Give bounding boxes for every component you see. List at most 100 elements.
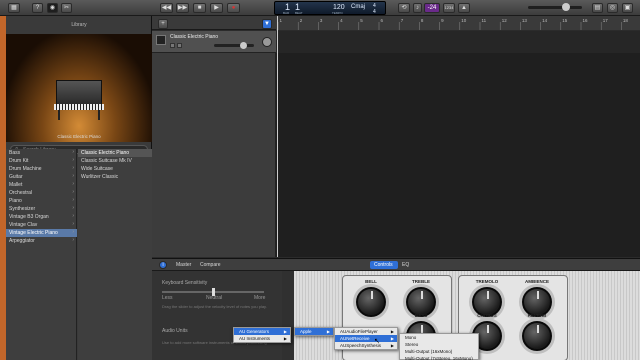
menu-item[interactable]: Mono: [400, 334, 478, 341]
menu-item[interactable]: AUAudioFilePlayer ▶: [335, 328, 397, 335]
track-list-empty: [152, 53, 276, 257]
patch-label: Wurlitzer Classic: [81, 174, 119, 180]
rewind-button[interactable]: ◀◀: [160, 3, 173, 13]
chevron-right-icon: ›: [72, 205, 74, 211]
mouse-cursor: ↖: [374, 338, 380, 345]
filter-icon: ▼: [264, 21, 270, 27]
info-button[interactable]: i: [159, 261, 167, 269]
lcd-bar-label: BAR: [283, 11, 290, 15]
patch-item[interactable]: Classic Electric Piano: [78, 149, 152, 157]
pan-knob[interactable]: [262, 37, 272, 47]
menu-item[interactable]: AU Instruments ▶: [234, 335, 290, 342]
category-item[interactable]: Mallet ›: [6, 181, 77, 189]
play-icon: ▶: [214, 5, 219, 11]
ruler[interactable]: 1 2 3 4 5 6 7 8 9 10 11 12 13 14 15 16 17 18: [276, 16, 640, 30]
pitch-value: -24: [427, 5, 437, 11]
category-item[interactable]: Guitar ›: [6, 173, 77, 181]
tab-controls[interactable]: Controls: [370, 261, 398, 269]
patch-item[interactable]: Wide Suitcase: [78, 165, 152, 173]
metronome-button[interactable]: ▲: [458, 3, 470, 13]
category-item[interactable]: Piano ›: [6, 197, 77, 205]
ruler-label: 6: [381, 18, 384, 23]
chevron-right-icon: ›: [72, 197, 74, 203]
category-item[interactable]: Vintage Clav ›: [6, 221, 77, 229]
category-item[interactable]: Arpeggiator ›: [6, 237, 77, 245]
play-button[interactable]: ▶: [210, 3, 223, 13]
menu-item-label: Stereo: [405, 342, 419, 347]
notepad-button[interactable]: ▤: [592, 3, 603, 13]
playhead[interactable]: [277, 16, 278, 257]
record-button[interactable]: ●: [227, 3, 240, 13]
patch-item[interactable]: Wurlitzer Classic: [78, 173, 152, 181]
help-button[interactable]: ?: [32, 3, 43, 13]
category-item[interactable]: Synthesizer ›: [6, 205, 77, 213]
menu-item-label: Multi-Output (16xMono): [405, 349, 453, 354]
tab-controls-label: Controls: [374, 262, 393, 268]
ruler-label: 10: [461, 18, 467, 23]
smart-controls-button[interactable]: ◉: [47, 3, 58, 13]
library-button[interactable]: ▦: [8, 3, 20, 13]
loop-icon: ◎: [609, 5, 616, 11]
knob-label: TREBLE: [412, 279, 430, 284]
loop-browser-button[interactable]: ◎: [607, 3, 618, 13]
knob-bell[interactable]: [356, 287, 386, 317]
chevron-right-icon: ›: [72, 221, 74, 227]
menu-item[interactable]: Multi-Output (7xStereo, 16xMono): [400, 355, 478, 360]
add-track-button[interactable]: +: [158, 19, 168, 29]
track-region-area[interactable]: [276, 16, 640, 257]
forward-button[interactable]: ▶▶: [176, 3, 189, 13]
filter-button[interactable]: ▼: [262, 19, 272, 29]
category-item[interactable]: Bass ›: [6, 149, 77, 157]
menu-item[interactable]: AU Generators ▶: [234, 328, 290, 335]
track-header[interactable]: Classic Electric Piano: [152, 31, 276, 53]
tab-compare[interactable]: Compare: [200, 262, 221, 268]
volume-knob[interactable]: [562, 3, 570, 11]
category-label: Piano: [9, 198, 22, 204]
chevron-right-icon: ▶: [283, 336, 287, 341]
lcd-beat-label: BEAT: [295, 11, 303, 15]
tab-master[interactable]: Master: [176, 262, 191, 268]
stop-button[interactable]: ■: [193, 3, 206, 13]
editors-button[interactable]: ✂: [61, 3, 72, 13]
patch-list: Classic Electric Piano Classic Suitcase M…: [78, 149, 152, 360]
track-volume-slider[interactable]: [214, 42, 254, 49]
chevron-right-icon: ▶: [390, 329, 394, 334]
pitch-display[interactable]: -24: [424, 3, 440, 13]
menu-item[interactable]: AUSpeechSynthesis ▶: [335, 342, 397, 349]
category-item[interactable]: Drum Kit ›: [6, 157, 77, 165]
track-volume-knob[interactable]: [240, 42, 247, 49]
ruler-label: 18: [623, 18, 629, 23]
smart-controls-tabbar: i Master Compare Controls EQ: [152, 259, 640, 271]
menu-item[interactable]: Multi-Output (16xMono): [400, 348, 478, 355]
category-item[interactable]: Drum Machine ›: [6, 165, 77, 173]
sensitivity-neutral: Neutral: [206, 295, 223, 301]
tab-eq[interactable]: EQ: [402, 262, 409, 268]
category-item[interactable]: Orchestral ›: [6, 189, 77, 197]
master-volume-slider[interactable]: [528, 3, 582, 11]
patch-item[interactable]: Classic Suitcase Mk IV: [78, 157, 152, 165]
rewind-icon: ◀◀: [161, 5, 172, 11]
knob-label: REVERB: [527, 313, 547, 318]
sensitivity-slider[interactable]: [162, 288, 264, 296]
menu-item[interactable]: AUNetReceive ▶: [335, 335, 397, 342]
cycle-button[interactable]: ⟲: [398, 3, 410, 13]
menu-item[interactable]: Apple ▶: [295, 328, 333, 335]
help-icon: ?: [35, 5, 40, 11]
category-item[interactable]: Vintage Electric Piano ›: [6, 229, 77, 237]
category-item[interactable]: Vintage B3 Organ ›: [6, 213, 77, 221]
mute-button[interactable]: [170, 43, 175, 48]
knob-label: BELL: [365, 279, 377, 284]
chevron-right-icon: ›: [72, 229, 74, 235]
category-label: Vintage Clav: [9, 222, 38, 228]
ruler-label: 7: [401, 18, 404, 23]
solo-button[interactable]: [177, 43, 182, 48]
chevron-right-icon: ›: [72, 173, 74, 179]
category-label: Vintage B3 Organ: [9, 214, 49, 220]
menu-item[interactable]: Stereo: [400, 341, 478, 348]
media-browser-button[interactable]: ▣: [622, 3, 633, 13]
ruler-label: 14: [542, 18, 548, 23]
count-in-button[interactable]: 1234: [443, 3, 455, 13]
knob-reverb[interactable]: [522, 321, 552, 351]
lcd-display[interactable]: 1 1 BAR BEAT 120 TEMPO Cmaj 4 4: [274, 1, 386, 15]
tuner-button[interactable]: ♪: [413, 3, 422, 13]
